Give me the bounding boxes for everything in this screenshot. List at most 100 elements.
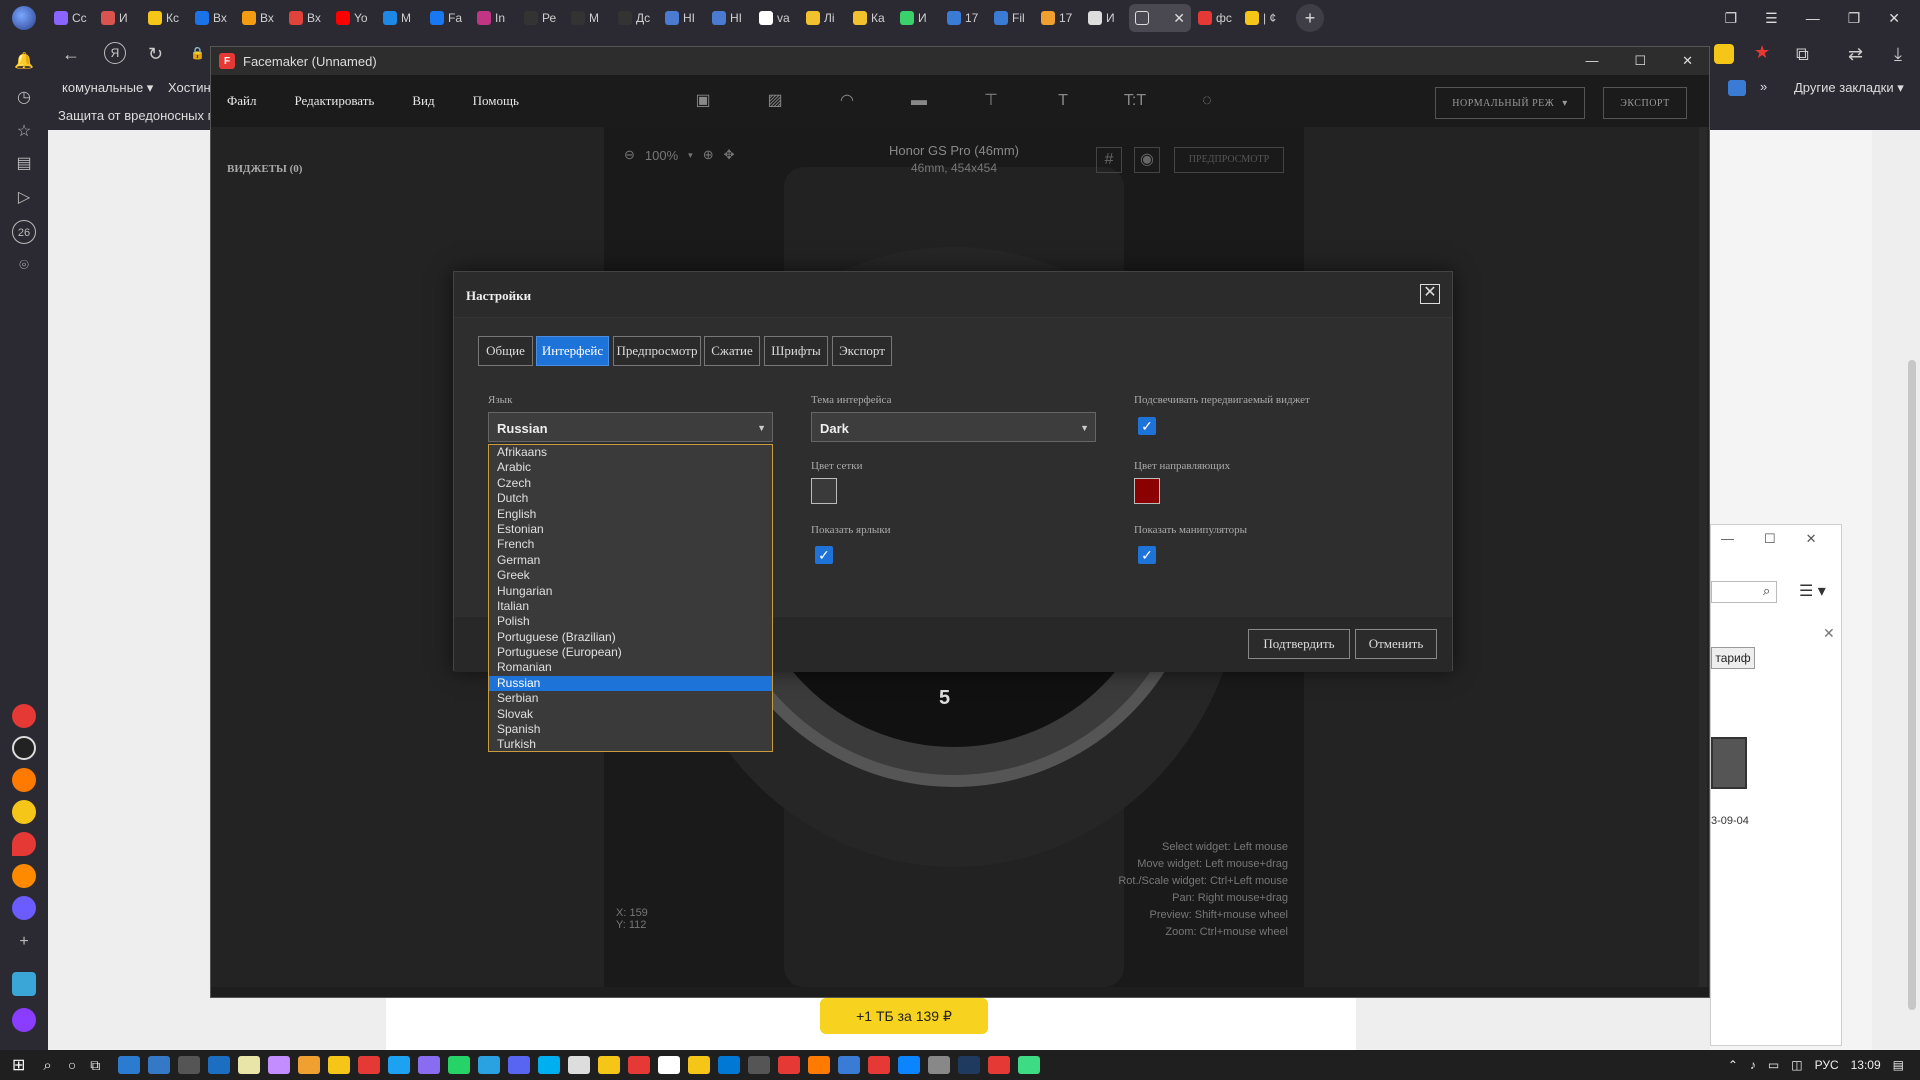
dial-icon[interactable]: ◌ [1195,89,1219,113]
alice-app-icon[interactable] [12,1008,36,1032]
cortana-icon[interactable]: ○ [68,1057,76,1073]
screenshot-icon[interactable]: ◉ [1134,147,1160,173]
translate-icon[interactable]: ⇄ [1848,44,1863,65]
youtube-app-icon[interactable] [12,704,36,728]
language-option[interactable]: English [489,507,772,522]
taskbar-app-icon[interactable] [688,1056,711,1074]
grid-color-swatch[interactable] [811,478,837,504]
language-option[interactable]: Italian [489,599,772,614]
language-indicator[interactable]: РУС [1815,1058,1839,1072]
browser-tab[interactable]: Fil [988,4,1034,32]
yandex-icon[interactable]: Я [104,42,126,64]
minimize-icon[interactable]: — [1806,10,1820,26]
fm-close-icon[interactable]: ✕ [1682,53,1693,69]
bg-minimize-icon[interactable]: — [1721,531,1734,547]
taskbar-app-icon[interactable] [118,1056,141,1074]
taskbar-app-icon[interactable] [1018,1056,1041,1074]
settings-tab[interactable]: Интерфейс [536,336,609,366]
show-handles-checkbox[interactable]: ✓ [1138,546,1156,564]
close-tab-icon[interactable]: ✕ [1173,10,1185,27]
history-icon[interactable]: ◷ [12,86,36,110]
settings-close-icon[interactable]: ✕ [1420,284,1440,304]
taskbar-app-icon[interactable] [238,1056,261,1074]
taskbar-app-icon[interactable] [628,1056,651,1074]
language-option[interactable]: Dutch [489,491,772,506]
language-option[interactable]: Turkish [489,737,772,752]
browser-tab[interactable]: | ¢ [1239,4,1285,32]
browser-tab[interactable]: va [753,4,799,32]
taskbar-app-icon[interactable] [808,1056,831,1074]
browser-tab[interactable]: Дс [612,4,658,32]
taskbar-app-icon[interactable] [658,1056,681,1074]
menu-help[interactable]: Помощь [473,93,519,109]
taskbar-app-icon[interactable] [898,1056,921,1074]
browser-tab[interactable]: Вх [189,4,235,32]
star-icon[interactable]: ☆ [12,120,36,144]
language-option[interactable]: Afrikaans [489,445,772,460]
mode-button[interactable]: НОРМАЛЬНЫЙ РЕЖ ▾ [1435,87,1585,119]
clock-app-icon[interactable] [12,736,36,760]
tray-app-icon[interactable]: ◫ [1791,1058,1802,1072]
taskbar-app-icon[interactable] [868,1056,891,1074]
browser-tab[interactable]: фс [1192,4,1238,32]
taskbar-app-icon[interactable] [148,1056,171,1074]
language-option[interactable]: Spanish [489,722,772,737]
taskbar-app-icon[interactable] [958,1056,981,1074]
play-icon[interactable]: ▷ [12,186,36,210]
zoom-in-icon[interactable]: ⊕ [703,147,714,163]
taskbar-app-icon[interactable] [718,1056,741,1074]
browser-tab[interactable]: Лі [800,4,846,32]
preview-button[interactable]: ПРЕДПРОСМОТР [1174,147,1284,173]
bookmark-item[interactable]: комунальные ▾ [62,80,153,96]
favorite-star-icon[interactable]: ★ [1754,42,1770,63]
taskbar-app-icon[interactable] [328,1056,351,1074]
reload-icon[interactable]: ↻ [148,44,163,65]
promo-button[interactable]: +1 ТБ за 139 ₽ [820,998,988,1034]
mail-app-icon[interactable] [12,864,36,888]
download-app-icon[interactable] [12,972,36,996]
taskbar-app-icon[interactable] [208,1056,231,1074]
page-scrollbar[interactable] [1908,360,1916,1010]
settings-tab[interactable]: Шрифты [764,336,828,366]
browser-tab[interactable]: Yo [330,4,376,32]
language-option[interactable]: Serbian [489,691,772,706]
export-button[interactable]: ЭКСПОРТ [1603,87,1687,119]
wave-app-icon[interactable] [12,800,36,824]
language-option[interactable]: Portuguese (Brazilian) [489,630,772,645]
restore-icon[interactable]: ❐ [1848,10,1861,27]
bg-close-icon[interactable]: ✕ [1806,531,1817,547]
menu-icon[interactable]: ☰ [1765,10,1778,27]
bg-search-icon[interactable]: ⌕ [1763,583,1770,599]
browser-tab[interactable]: М [377,4,423,32]
clock[interactable]: 13:09 [1851,1058,1881,1072]
tray-chevron-icon[interactable]: ⌃ [1728,1058,1738,1072]
extensions-icon[interactable]: ⧉ [1796,44,1809,65]
taskbar-app-icon[interactable] [928,1056,951,1074]
bookmark-favicon[interactable] [1728,80,1746,96]
zoom-dropdown-icon[interactable]: ▾ [688,150,693,161]
taskbar-app-icon[interactable] [598,1056,621,1074]
taskbar-app-icon[interactable] [478,1056,501,1074]
map-pin-app-icon[interactable] [12,832,36,856]
language-option[interactable]: Hungarian [489,584,772,599]
notifications-icon[interactable]: ▤ [1893,1058,1904,1072]
settings-tab[interactable]: Экспорт [832,336,892,366]
collections-icon[interactable]: ▤ [12,152,36,176]
show-labels-checkbox[interactable]: ✓ [815,546,833,564]
language-option[interactable]: Czech [489,476,772,491]
bg-restore-icon[interactable]: ☐ [1764,531,1776,547]
language-option[interactable]: Polish [489,614,772,629]
menu-file[interactable]: Файл [227,93,257,109]
download-icon[interactable]: ⤓ [1894,44,1902,65]
browser-tab[interactable]: И [95,4,141,32]
other-bookmarks[interactable]: Другие закладки ▾ [1794,80,1904,96]
settings-tab[interactable]: Предпросмотр [613,336,701,366]
browser-tab[interactable]: И [1082,4,1128,32]
confirm-button[interactable]: Подтвердить [1248,629,1350,659]
taskbar-app-icon[interactable] [298,1056,321,1074]
browser-tab[interactable]: Cc [48,4,94,32]
taskbar-app-icon[interactable] [448,1056,471,1074]
language-option[interactable]: French [489,537,772,552]
progress-bar-icon[interactable]: ▬ [907,89,931,113]
gallery-icon[interactable]: ▨ [763,89,787,113]
